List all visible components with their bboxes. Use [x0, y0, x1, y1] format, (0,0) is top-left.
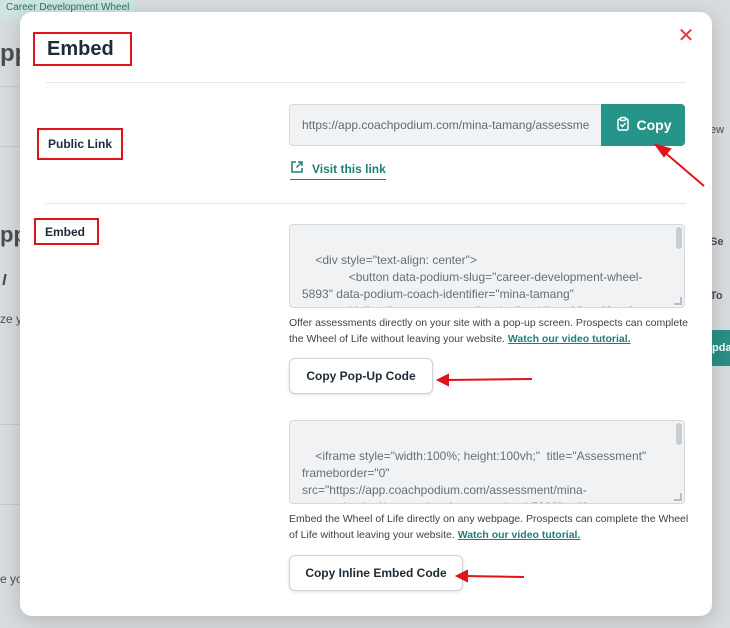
resize-handle[interactable]: [674, 297, 682, 305]
inline-tutorial-link[interactable]: Watch our video tutorial.: [458, 529, 581, 541]
embed-label-box: Embed: [34, 218, 99, 245]
public-link-label-box: Public Link: [37, 128, 123, 160]
background-italic-fragment: I: [2, 272, 7, 289]
background-right-fragment: Se: [710, 236, 724, 248]
background-text-fragment: ze y: [0, 312, 23, 326]
copy-link-label: Copy: [636, 117, 672, 133]
copy-inline-embed-code-button[interactable]: Copy Inline Embed Code: [289, 555, 463, 591]
popup-description: Offer assessments directly on your site …: [289, 317, 688, 345]
embed-label: Embed: [45, 224, 86, 239]
inline-description: Embed the Wheel of Life directly on any …: [289, 513, 689, 541]
close-icon[interactable]: ✕: [676, 26, 696, 46]
scrollbar[interactable]: [676, 423, 682, 445]
background-update-button: pda: [712, 330, 730, 366]
title-annotation-box: Embed: [33, 32, 132, 66]
popup-code-text: <div style="text-align: center"> <button…: [302, 253, 652, 307]
popup-code-textarea[interactable]: <div style="text-align: center"> <button…: [289, 224, 685, 308]
external-link-icon: [290, 160, 304, 177]
background-divider: [0, 424, 22, 425]
clipboard-icon: [615, 116, 631, 135]
background-right-fragment: To: [710, 290, 723, 302]
copy-link-button[interactable]: Copy: [601, 104, 685, 146]
public-link-input[interactable]: [289, 104, 601, 146]
scrollbar[interactable]: [676, 227, 682, 249]
background-right-fragment: ew: [710, 124, 725, 136]
inline-code-textarea[interactable]: <iframe style="width:100%; height:100vh;…: [289, 420, 685, 504]
background-divider: [0, 86, 22, 87]
popup-tutorial-link[interactable]: Watch our video tutorial.: [508, 333, 631, 345]
public-link-row: Copy: [289, 104, 685, 146]
resize-handle[interactable]: [674, 493, 682, 501]
visit-link-label: Visit this link: [312, 161, 386, 176]
divider: [46, 203, 686, 204]
visit-link[interactable]: Visit this link: [290, 160, 386, 180]
background-divider: [0, 504, 22, 505]
divider: [46, 82, 686, 83]
background-divider: [0, 146, 22, 147]
embed-modal: ✕ Embed Public Link Copy: [20, 12, 712, 616]
copy-popup-code-button[interactable]: Copy Pop-Up Code: [289, 358, 433, 394]
modal-title: Embed: [47, 37, 114, 60]
public-link-label: Public Link: [48, 137, 113, 151]
inline-code-text: <iframe style="width:100%; height:100vh;…: [302, 449, 647, 503]
